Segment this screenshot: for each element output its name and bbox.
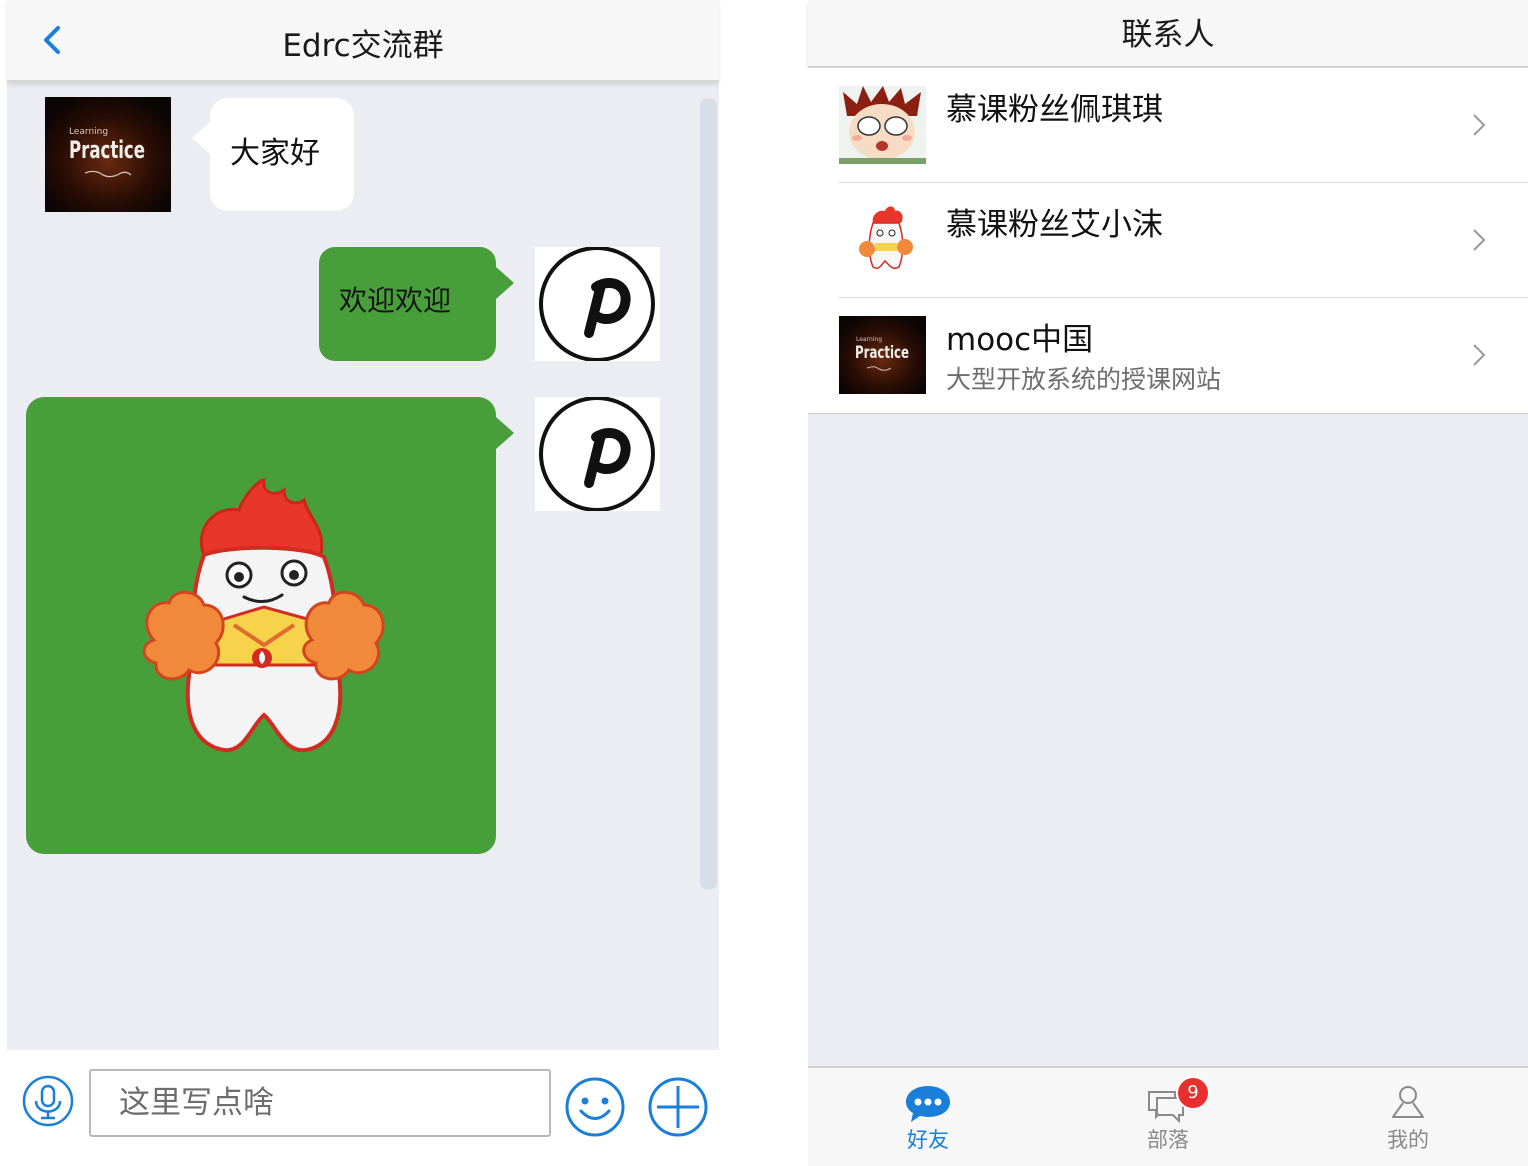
tab-me[interactable]: 我的 [1288, 1068, 1528, 1166]
tab-label: 我的 [1387, 1128, 1429, 1152]
message-input[interactable] [89, 1069, 551, 1137]
bottom-tab-bar: 好友 9 部落 我的 [808, 1066, 1528, 1166]
received-message-bubble[interactable]: 大家好 [192, 98, 354, 211]
plus-circle-icon[interactable] [647, 1076, 709, 1138]
tab-label: 好友 [907, 1128, 949, 1152]
contact-subtitle: 大型开放系统的授课网站 [946, 365, 1222, 394]
message-input-bar [7, 1050, 719, 1164]
tab-friends[interactable]: 好友 [808, 1068, 1048, 1166]
chat-screen: Edrc交流群 Learning Practice 大家好 欢迎欢迎 [7, 0, 719, 1164]
contact-list: 慕课粉丝佩琪琪 慕课粉丝艾小沫 Learning Practice mooc中国… [808, 68, 1528, 414]
chat-header: Edrc交流群 [7, 0, 719, 82]
contact-row[interactable]: Learning Practice mooc中国 大型开放系统的授课网站 [808, 298, 1528, 413]
tab-label: 部落 [1147, 1128, 1189, 1152]
contact-name: 慕课粉丝佩琪琪 [946, 92, 1163, 128]
emoji-icon[interactable] [564, 1076, 626, 1138]
mascot-sticker-image [142, 478, 385, 753]
microphone-icon[interactable] [22, 1075, 74, 1127]
sent-message-bubble[interactable]: 欢迎欢迎 [319, 247, 514, 361]
pinterest-icon[interactable] [535, 247, 660, 361]
chat-scrollbar[interactable] [700, 98, 717, 890]
chevron-right-icon [1473, 229, 1486, 251]
contacts-screen: 联系人 慕课粉丝佩琪琪 慕课粉丝艾小沫 Learning Practice mo… [808, 0, 1528, 1166]
svg-text:Learning: Learning [856, 336, 882, 343]
tab-tribe[interactable]: 9 部落 [1048, 1068, 1288, 1166]
practice-logo-avatar[interactable]: Learning Practice [45, 97, 171, 212]
chat-title: Edrc交流群 [282, 28, 444, 64]
notification-badge: 9 [1176, 1076, 1210, 1110]
contacts-title: 联系人 [1121, 17, 1215, 53]
sent-image-bubble[interactable] [26, 397, 514, 854]
chevron-right-icon [1473, 344, 1486, 366]
practice-logo-text: Practice [855, 343, 909, 363]
message-text: 欢迎欢迎 [339, 284, 452, 317]
person-icon [1392, 1086, 1424, 1118]
contact-name: 慕课粉丝艾小沫 [946, 207, 1163, 243]
contact-row[interactable]: 慕课粉丝佩琪琪 [808, 68, 1528, 183]
chat-bubble-icon [906, 1086, 950, 1122]
anime-avatar [839, 86, 926, 164]
mascot-avatar [839, 201, 926, 279]
contact-row[interactable]: 慕课粉丝艾小沫 [808, 183, 1528, 298]
contact-name: mooc中国 [946, 322, 1094, 358]
message-text: 大家好 [230, 136, 320, 171]
pinterest-icon[interactable] [535, 397, 660, 511]
practice-logo-text: Practice [69, 136, 145, 164]
practice-logo-avatar: Learning Practice [839, 316, 926, 394]
contacts-header: 联系人 [808, 0, 1528, 67]
chevron-right-icon [1473, 114, 1486, 136]
